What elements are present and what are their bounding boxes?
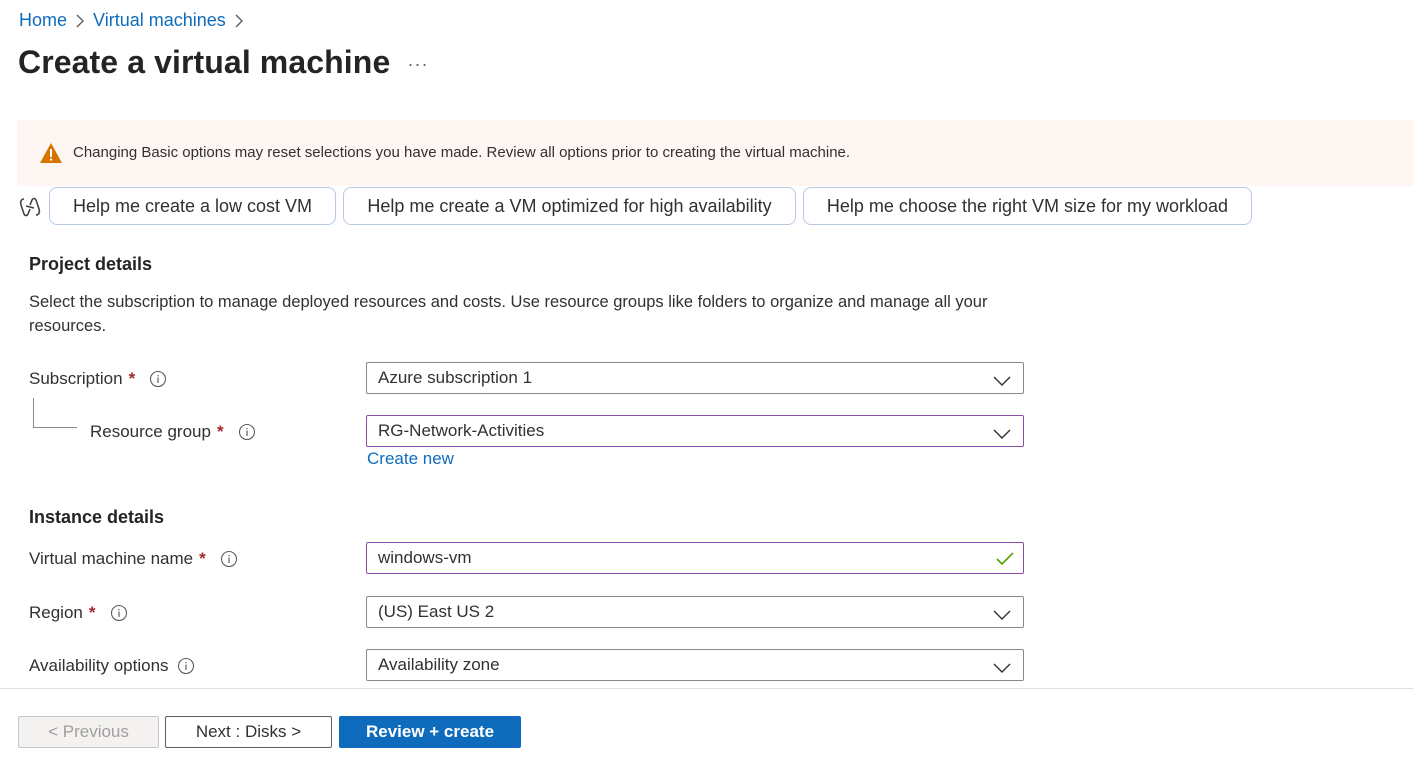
chevron-down-icon [993, 425, 1011, 439]
region-value: (US) East US 2 [378, 602, 495, 621]
resource-group-label: Resource group * [90, 420, 256, 444]
subscription-dropdown[interactable]: Azure subscription 1 [366, 362, 1024, 394]
instance-details-heading: Instance details [29, 507, 165, 527]
page-title: Create a virtual machine [18, 44, 391, 80]
info-icon[interactable] [177, 657, 195, 675]
review-create-button[interactable]: Review + create [339, 716, 521, 748]
subscription-value: Azure subscription 1 [378, 368, 533, 387]
warning-text: Changing Basic options may reset selecti… [73, 144, 851, 161]
breadcrumb-home-link[interactable]: Home [19, 10, 67, 31]
region-label-text: Region [29, 603, 83, 622]
previous-button[interactable]: < Previous [18, 716, 159, 748]
next-disks-button[interactable]: Next : Disks > [165, 716, 332, 748]
warning-icon [39, 142, 63, 164]
breadcrumb: Home Virtual machines [19, 9, 252, 31]
resource-group-dropdown[interactable]: RG-Network-Activities [366, 415, 1024, 447]
suggestion-low-cost-vm-button[interactable]: Help me create a low cost VM [49, 187, 336, 225]
more-options-button[interactable]: ··· [404, 52, 432, 76]
vm-name-value: windows-vm [378, 548, 472, 567]
resource-group-value: RG-Network-Activities [378, 421, 545, 440]
required-marker: * [128, 369, 136, 388]
required-marker: * [199, 549, 206, 568]
subscription-label-text: Subscription [29, 369, 123, 388]
breadcrumb-virtual-machines-link[interactable]: Virtual machines [93, 10, 226, 31]
tree-connector [33, 398, 77, 428]
checkmark-icon [996, 551, 1014, 566]
region-dropdown[interactable]: (US) East US 2 [366, 596, 1024, 628]
warning-banner: Changing Basic options may reset selecti… [17, 120, 1413, 186]
region-label: Region * [29, 601, 128, 625]
copilot-icon [18, 196, 42, 218]
chevron-down-icon [993, 659, 1011, 673]
vm-name-label: Virtual machine name * [29, 547, 238, 571]
chevron-right-icon [226, 12, 252, 28]
project-details-description: Select the subscription to manage deploy… [29, 293, 988, 335]
availability-options-value: Availability zone [378, 655, 500, 674]
info-icon[interactable] [149, 370, 167, 388]
create-new-resource-group-link[interactable]: Create new [367, 449, 454, 469]
suggestion-vm-size-button[interactable]: Help me choose the right VM size for my … [803, 187, 1252, 225]
suggestion-high-availability-button[interactable]: Help me create a VM optimized for high a… [343, 187, 796, 225]
chevron-down-icon [993, 606, 1011, 620]
project-details-heading: Project details [29, 254, 153, 274]
resource-group-label-text: Resource group [90, 422, 211, 441]
required-marker: * [216, 422, 224, 441]
availability-options-label-text: Availability options [29, 656, 169, 675]
info-icon[interactable] [220, 550, 238, 568]
chevron-down-icon [993, 372, 1011, 386]
chevron-right-icon [67, 12, 93, 28]
availability-options-dropdown[interactable]: Availability zone [366, 649, 1024, 681]
availability-options-label: Availability options [29, 654, 195, 678]
info-icon[interactable] [110, 604, 128, 622]
vm-name-label-text: Virtual machine name [29, 549, 194, 568]
vm-name-input[interactable]: windows-vm [366, 542, 1024, 574]
subscription-label: Subscription * [29, 367, 167, 391]
required-marker: * [88, 603, 96, 622]
footer-divider [0, 688, 1413, 689]
info-icon[interactable] [238, 423, 256, 441]
